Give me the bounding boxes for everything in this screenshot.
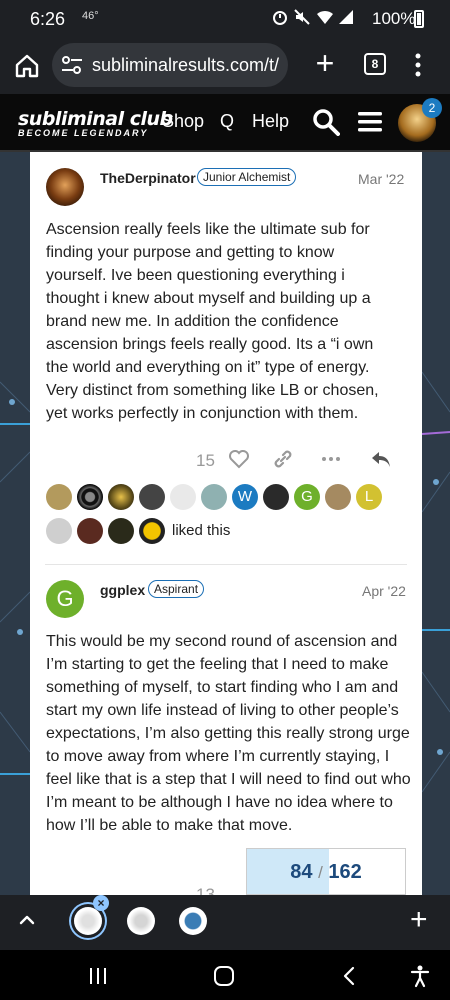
- topic-progress-text: 84 / 162: [247, 861, 405, 884]
- more-actions-icon[interactable]: [320, 448, 342, 470]
- nav-shop-link[interactable]: Shop: [162, 111, 204, 132]
- liker-avatar[interactable]: [46, 484, 72, 510]
- liker-avatar[interactable]: [325, 484, 351, 510]
- liker-avatar[interactable]: [108, 518, 134, 544]
- accessibility-icon[interactable]: [408, 964, 432, 988]
- progress-separator: /: [318, 863, 323, 882]
- signal-icon: [338, 9, 354, 25]
- tab-switcher-button[interactable]: 8: [364, 53, 386, 75]
- post-username[interactable]: ggplex: [100, 582, 145, 598]
- system-navigation-bar: [0, 950, 450, 1000]
- home-button-icon[interactable]: [212, 964, 236, 988]
- status-bar: 6:26 46° 100%: [0, 0, 450, 38]
- tab-favicon-subliminal[interactable]: [127, 907, 155, 935]
- liker-avatar[interactable]: L: [356, 484, 382, 510]
- liker-avatar[interactable]: [263, 484, 289, 510]
- post-date[interactable]: Apr '22: [362, 583, 406, 599]
- reply-icon[interactable]: [370, 448, 392, 470]
- post-actions: 15: [196, 448, 422, 472]
- like-count[interactable]: 15: [196, 451, 215, 471]
- status-temperature: 46°: [82, 10, 99, 22]
- user-flair-badge[interactable]: Aspirant: [148, 580, 205, 598]
- liker-avatar[interactable]: [201, 484, 227, 510]
- browser-tab-strip: × +: [0, 895, 450, 950]
- url-bar[interactable]: subliminalresults.com/t/: [52, 43, 288, 87]
- liker-avatar[interactable]: [170, 484, 196, 510]
- back-icon[interactable]: [338, 964, 362, 988]
- post-avatar[interactable]: [46, 168, 84, 206]
- close-tab-icon[interactable]: ×: [93, 895, 109, 911]
- notification-badge[interactable]: 2: [422, 98, 442, 118]
- nav-help-link[interactable]: Help: [252, 111, 289, 132]
- liker-avatar[interactable]: [139, 484, 165, 510]
- chevron-up-icon[interactable]: [16, 909, 38, 931]
- status-time: 6:26: [30, 9, 66, 29]
- hamburger-menu-icon[interactable]: [357, 110, 383, 134]
- user-flair-badge[interactable]: Junior Alchemist: [197, 168, 297, 186]
- liker-avatar[interactable]: W: [232, 484, 258, 510]
- new-tab-icon[interactable]: +: [310, 47, 340, 79]
- liker-avatar[interactable]: [77, 484, 103, 510]
- site-settings-icon[interactable]: [61, 55, 83, 75]
- wifi-icon: [316, 9, 333, 25]
- post-username[interactable]: TheDerpinator: [100, 170, 196, 186]
- browser-toolbar: subliminalresults.com/t/ + 8: [0, 38, 450, 94]
- url-text: subliminalresults.com/t/: [92, 54, 280, 75]
- battery-percentage: 100%: [372, 9, 416, 28]
- post-date[interactable]: Mar '22: [358, 171, 404, 187]
- topic-progress-indicator[interactable]: 84 / 162: [246, 848, 406, 895]
- more-menu-icon[interactable]: [408, 51, 428, 79]
- post-body: This would be my second round of ascensi…: [46, 633, 411, 834]
- post-divider: [45, 564, 407, 565]
- recent-apps-icon[interactable]: [86, 964, 110, 988]
- forum-header: subliminal club BECOME LEGENDARY Shop Q …: [0, 94, 450, 152]
- mute-icon: [294, 9, 310, 25]
- liked-this-label: liked this: [172, 522, 231, 539]
- tab-favicon-subliminal-active[interactable]: [74, 907, 102, 935]
- logo-title: subliminal club: [18, 108, 173, 130]
- site-logo[interactable]: subliminal club BECOME LEGENDARY: [18, 108, 173, 139]
- alarm-icon: [272, 9, 288, 25]
- like-count[interactable]: 13: [196, 885, 215, 895]
- progress-current: 84: [290, 861, 313, 883]
- liker-avatar[interactable]: [46, 518, 72, 544]
- topic-post-stream: TheDerpinator Junior Alchemist Mar '22 A…: [30, 152, 422, 895]
- search-icon[interactable]: [312, 108, 340, 136]
- status-icons: [272, 9, 354, 25]
- heart-icon[interactable]: [228, 448, 250, 470]
- tab-favicon-wordpress[interactable]: [179, 907, 207, 935]
- link-icon[interactable]: [272, 448, 294, 470]
- liker-avatar[interactable]: [77, 518, 103, 544]
- liker-avatar[interactable]: [139, 518, 165, 544]
- progress-total: 162: [328, 861, 362, 883]
- post-avatar[interactable]: G: [46, 580, 84, 618]
- liker-avatar[interactable]: G: [294, 484, 320, 510]
- battery-icon: [414, 10, 424, 28]
- new-tab-group-icon[interactable]: +: [410, 903, 428, 937]
- home-icon[interactable]: [12, 51, 42, 81]
- post-body: Ascension really feels like the ultimate…: [46, 221, 379, 422]
- nav-q-link[interactable]: Q: [220, 111, 234, 132]
- liker-avatar[interactable]: [108, 484, 134, 510]
